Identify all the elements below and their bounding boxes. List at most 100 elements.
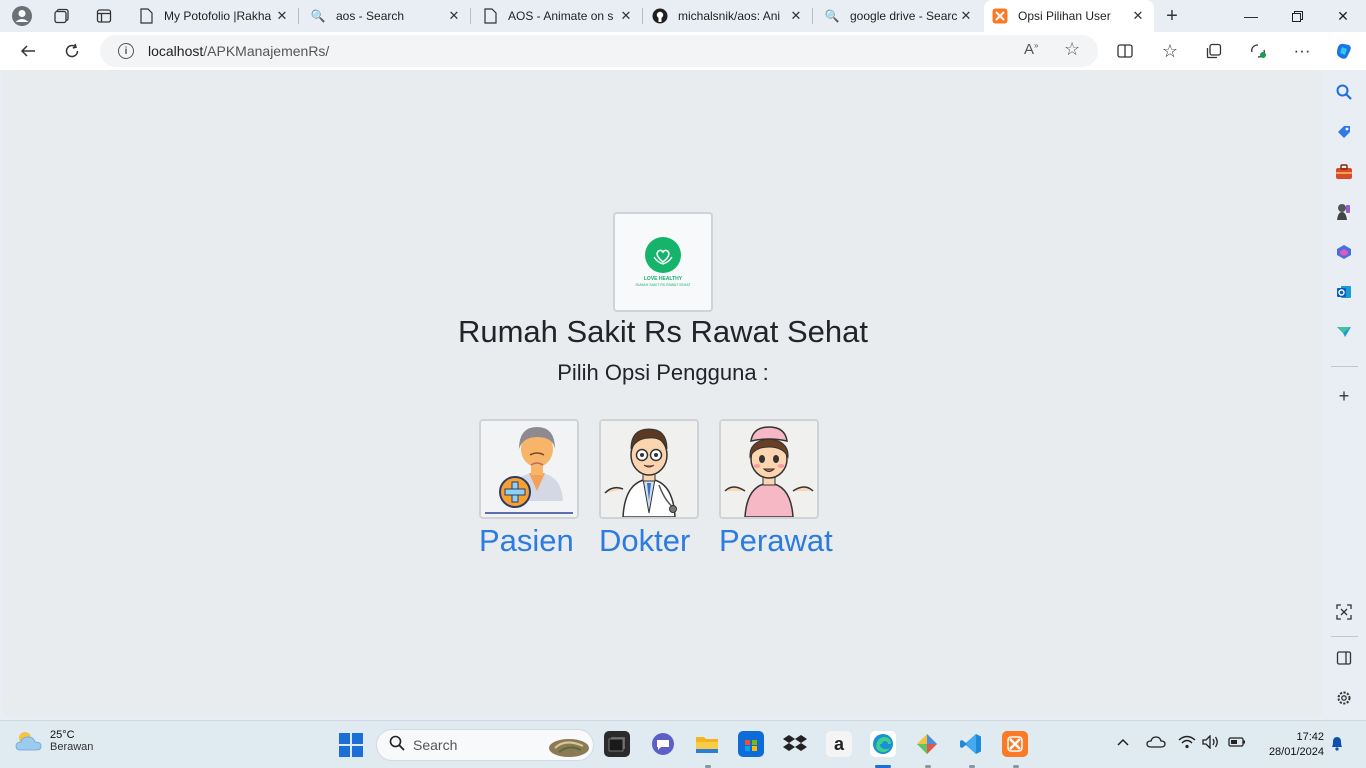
outlook-icon[interactable] bbox=[1334, 282, 1354, 302]
tab-aos-animate[interactable]: AOS - Animate on s ✕ bbox=[474, 2, 642, 30]
favorite-star-icon[interactable]: ☆ bbox=[1064, 39, 1080, 60]
hospital-logo: LOVE HEALTHY RUMAH SAKIT RS RAWAT SEHAT bbox=[613, 212, 713, 312]
weather-temperature: 25°C bbox=[50, 729, 75, 741]
more-options-icon[interactable]: ··· bbox=[1288, 37, 1316, 65]
option-perawat-label[interactable]: Perawat bbox=[719, 523, 833, 559]
microsoft-store-icon[interactable] bbox=[738, 731, 764, 757]
xampp-icon[interactable] bbox=[1002, 731, 1028, 757]
weather-condition: Berawan bbox=[50, 741, 94, 753]
dropbox-icon[interactable] bbox=[782, 731, 808, 757]
close-tab-icon[interactable]: ✕ bbox=[618, 8, 634, 24]
add-sidebar-app-icon[interactable]: + bbox=[1334, 386, 1354, 406]
tab-opsi-pilihan-user[interactable]: Opsi Pilihan User ✕ bbox=[984, 0, 1154, 32]
taskbar-search-box[interactable]: Search bbox=[376, 729, 594, 761]
hide-sidebar-icon[interactable] bbox=[1334, 648, 1354, 668]
nurse-image[interactable] bbox=[719, 419, 819, 519]
file-explorer-icon[interactable] bbox=[694, 731, 720, 757]
games-icon[interactable] bbox=[1334, 202, 1354, 222]
new-tab-icon[interactable]: + bbox=[1154, 0, 1190, 32]
page-icon bbox=[482, 8, 498, 24]
search-icon: 🔍 bbox=[310, 9, 326, 23]
close-tab-icon[interactable]: ✕ bbox=[1130, 8, 1146, 24]
vscode-icon[interactable] bbox=[958, 731, 984, 757]
edge-browser-icon[interactable] bbox=[870, 731, 896, 757]
search-icon bbox=[389, 735, 405, 756]
task-view-icon[interactable] bbox=[604, 731, 630, 757]
show-hidden-icons-icon[interactable] bbox=[1116, 735, 1130, 752]
patient-image[interactable] bbox=[479, 419, 579, 519]
onedrive-icon[interactable] bbox=[1146, 735, 1166, 752]
restore-icon[interactable] bbox=[1274, 0, 1320, 32]
page-title: Rumah Sakit Rs Rawat Sehat bbox=[457, 314, 869, 349]
close-tab-icon[interactable]: ✕ bbox=[446, 8, 462, 24]
screenshot-icon[interactable] bbox=[1334, 602, 1354, 622]
site-info-icon[interactable]: i bbox=[118, 43, 134, 59]
search-icon: 🔍 bbox=[824, 9, 840, 23]
logo-text: LOVE HEALTHY bbox=[643, 276, 683, 282]
option-dokter-label[interactable]: Dokter bbox=[599, 523, 699, 559]
start-button[interactable] bbox=[339, 733, 363, 757]
option-dokter[interactable]: Dokter bbox=[599, 419, 699, 559]
volume-icon[interactable] bbox=[1202, 734, 1220, 752]
browser-toolbar: i localhost/APKManajemenRs/ A» ☆ ☆ ··· bbox=[0, 32, 1366, 70]
tab-title: My Potofolio |Rakha bbox=[164, 9, 272, 23]
close-tab-icon[interactable]: ✕ bbox=[958, 8, 974, 24]
settings-gear-icon[interactable] bbox=[1334, 688, 1354, 708]
collections-icon[interactable] bbox=[1200, 37, 1228, 65]
tab-title: AOS - Animate on s bbox=[508, 9, 614, 23]
clock-time: 17:42 bbox=[1296, 731, 1324, 743]
search-highlight-image bbox=[545, 734, 589, 763]
logo-subtext: RUMAH SAKIT RS RAWAT SEHAT bbox=[635, 283, 691, 287]
page-subtitle: Pilih Opsi Pengguna : bbox=[557, 360, 769, 385]
copilot-icon[interactable] bbox=[1330, 37, 1358, 65]
refresh-icon[interactable] bbox=[58, 37, 86, 65]
tab-aos-search[interactable]: 🔍 aos - Search ✕ bbox=[302, 2, 470, 30]
xampp-icon bbox=[992, 8, 1008, 24]
split-screen-icon[interactable] bbox=[1111, 37, 1139, 65]
close-tab-icon[interactable]: ✕ bbox=[274, 8, 290, 24]
doctor-image[interactable] bbox=[599, 419, 699, 519]
tab-google-drive-search[interactable]: 🔍 google drive - Searc ✕ bbox=[816, 2, 982, 30]
browser-essentials-icon[interactable] bbox=[1244, 37, 1272, 65]
option-perawat[interactable]: Perawat bbox=[719, 419, 833, 559]
address-bar[interactable]: i localhost/APKManajemenRs/ A» ☆ bbox=[100, 35, 1098, 67]
wifi-icon[interactable] bbox=[1178, 735, 1196, 752]
tab-potofolio[interactable]: My Potofolio |Rakha ✕ bbox=[130, 2, 298, 30]
close-tab-icon[interactable]: ✕ bbox=[788, 8, 804, 24]
tab-title: google drive - Searc bbox=[850, 9, 958, 23]
back-icon[interactable] bbox=[14, 37, 42, 65]
close-window-icon[interactable]: ✕ bbox=[1320, 0, 1366, 32]
profile-icon[interactable] bbox=[4, 0, 40, 32]
github-icon bbox=[652, 8, 668, 24]
taskbar-search-placeholder: Search bbox=[413, 737, 458, 753]
edge-sidebar: + bbox=[1323, 70, 1366, 720]
gemini-app-icon[interactable] bbox=[914, 731, 940, 757]
system-clock[interactable]: 17:42 28/01/2024 bbox=[1258, 730, 1324, 760]
shopping-tag-icon[interactable] bbox=[1334, 122, 1354, 142]
notification-bell-icon[interactable] bbox=[1330, 735, 1344, 754]
tab-github[interactable]: michalsnik/aos: Ani ✕ bbox=[644, 2, 812, 30]
url-path: /APKManajemenRs/ bbox=[203, 43, 330, 59]
tab-actions-icon[interactable] bbox=[86, 0, 122, 32]
weather-widget[interactable]: 25°C Berawan bbox=[14, 729, 93, 753]
url-text: localhost/APKManajemenRs/ bbox=[148, 43, 329, 59]
sidebar-search-icon[interactable] bbox=[1334, 82, 1354, 102]
tools-icon[interactable] bbox=[1334, 162, 1354, 182]
tab-title: aos - Search bbox=[336, 9, 405, 23]
tab-title: Opsi Pilihan User bbox=[1018, 9, 1111, 23]
workspaces-icon[interactable] bbox=[44, 0, 80, 32]
page-content: LOVE HEALTHY RUMAH SAKIT RS RAWAT SEHAT … bbox=[3, 70, 1323, 716]
windows-taskbar: 25°C Berawan Search a 17:42 28/01/2024 bbox=[0, 720, 1366, 768]
url-host: localhost bbox=[148, 43, 204, 59]
read-aloud-icon[interactable]: A» bbox=[1024, 41, 1038, 58]
teams-chat-icon[interactable] bbox=[650, 731, 676, 757]
microsoft-365-icon[interactable] bbox=[1334, 242, 1354, 262]
option-pasien-label[interactable]: Pasien bbox=[479, 523, 579, 559]
send-icon[interactable] bbox=[1334, 322, 1354, 342]
favorites-icon[interactable]: ☆ bbox=[1156, 37, 1184, 65]
cloud-icon bbox=[14, 730, 44, 752]
minimize-icon[interactable]: — bbox=[1228, 0, 1274, 32]
option-pasien[interactable]: Pasien bbox=[479, 419, 579, 559]
battery-icon[interactable] bbox=[1228, 735, 1246, 752]
amazon-icon[interactable]: a bbox=[826, 731, 852, 757]
